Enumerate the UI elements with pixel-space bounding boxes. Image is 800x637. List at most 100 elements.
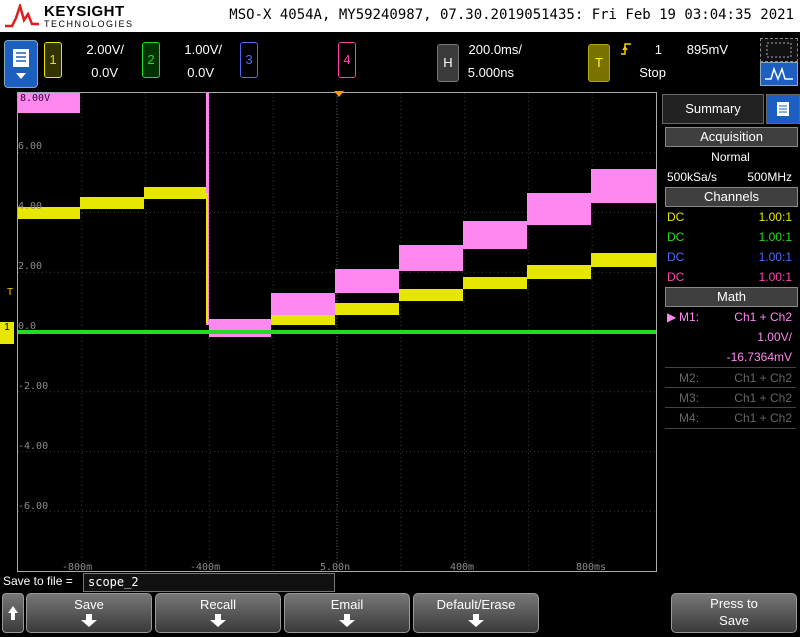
instrument-info: MSO-X 4054A, MY59240987, 07.30.201905143…	[229, 7, 794, 23]
main-menu-button[interactable]	[4, 40, 38, 88]
touch-mode-button[interactable]	[760, 62, 798, 86]
back-button[interactable]	[2, 593, 24, 633]
ch2-offset: 0.0V	[187, 65, 214, 80]
tab-menu[interactable]	[766, 94, 800, 124]
math-segment	[591, 169, 656, 203]
brand-sub: TECHNOLOGIES	[44, 19, 134, 29]
channel-3-button[interactable]: 3	[240, 42, 258, 78]
summary-panel: Summary Acquisition Normal 500kSa/s 500M…	[660, 92, 800, 572]
ch1-segment	[80, 197, 144, 209]
channels-header[interactable]: Channels	[665, 187, 798, 207]
bandwidth: 500MHz	[747, 170, 792, 184]
ch1-probe-ratio: 1.00:1	[758, 210, 792, 224]
keysight-wave-icon	[5, 4, 39, 28]
zoom-box-icon	[766, 42, 792, 58]
down-arrow-icon	[81, 614, 97, 627]
menu-icon	[13, 49, 29, 79]
m3-expr: Ch1 + Ch2	[734, 391, 792, 405]
ch1-ground-marker[interactable]: 1	[0, 322, 14, 344]
m4-name: M4:	[679, 411, 700, 425]
tools-panel	[760, 38, 798, 86]
math-segment	[527, 193, 591, 225]
m1-offset-row: -16.7364mV	[665, 347, 796, 367]
math-segment	[335, 269, 399, 293]
ch1-offset: 0.0V	[91, 65, 118, 80]
m1-name: M1:	[679, 310, 700, 324]
channel-row: DC 1.00:1	[665, 207, 796, 227]
ch1-segment	[591, 253, 656, 267]
timebase-value: 200.0ms/	[468, 42, 522, 57]
m1-pointer-icon: ▶	[667, 310, 677, 324]
math-row-m4[interactable]: M4: Ch1 + Ch2	[665, 407, 796, 429]
math-header[interactable]: Math	[665, 287, 798, 307]
save-file-row: Save to file = scope_2	[0, 573, 800, 592]
sample-rate: 500kSa/s	[667, 170, 718, 184]
ch3-probe-ratio: 1.00:1	[758, 250, 792, 264]
channel-bar: 1 2.00V/ 0.0V 2 1.00V/ 0.0V 3 4 H 200.0m…	[0, 34, 800, 90]
channel-2-button[interactable]: 2	[142, 42, 160, 78]
default-erase-softkey[interactable]: Default/Erase	[413, 593, 539, 633]
math-row-m3[interactable]: M3: Ch1 + Ch2	[665, 387, 796, 408]
email-softkey[interactable]: Email	[284, 593, 410, 633]
rising-edge-icon	[621, 43, 631, 55]
math-row-m1[interactable]: ▶ M1: Ch1 + Ch2	[665, 307, 796, 327]
press-to-save-softkey[interactable]: Press to Save	[671, 593, 797, 633]
level-label-4: 2.00	[18, 261, 43, 272]
filename-value: scope_2	[88, 575, 139, 589]
waveform-icon	[765, 66, 793, 82]
acq-mode: Normal	[711, 150, 750, 164]
waveform-display[interactable]	[17, 92, 657, 572]
save-file-label: Save to file =	[3, 574, 73, 588]
ch1-segment	[271, 315, 335, 325]
horizontal-button[interactable]: H	[437, 44, 459, 82]
time-label-2: -400m	[190, 562, 221, 573]
level-label-7: -4.00	[18, 441, 49, 452]
ch1-scale: 2.00V/	[86, 42, 124, 57]
zoom-select-button[interactable]	[760, 38, 798, 62]
m2-expr: Ch1 + Ch2	[734, 371, 792, 385]
acquisition-mode-row: Normal	[665, 147, 796, 167]
ch1-edge	[206, 193, 208, 323]
recall-softkey[interactable]: Recall	[155, 593, 281, 633]
channel-4-button[interactable]: 4	[338, 42, 356, 78]
level-label-6: -2.00	[18, 381, 49, 392]
channel-row: DC 1.00:1	[665, 227, 796, 247]
ch1-segment	[463, 277, 527, 289]
press-save-label: Save	[719, 613, 749, 628]
acquisition-header[interactable]: Acquisition	[665, 127, 798, 147]
recall-softkey-label: Recall	[199, 597, 237, 612]
level-label-5: 0.0	[18, 321, 37, 332]
trigger-source: 1	[654, 42, 662, 57]
level-label-8: -6.00	[18, 501, 49, 512]
brand-name: KEYSIGHT	[44, 3, 125, 20]
trigger-position-icon	[334, 91, 344, 97]
ch4-probe-ratio: 1.00:1	[758, 270, 792, 284]
save-softkey-label: Save	[74, 597, 104, 612]
ch3-coupling: DC	[667, 250, 685, 264]
filename-field[interactable]: scope_2	[83, 573, 335, 592]
delay-value: 5.000ns	[467, 65, 514, 80]
ch2-probe-ratio: 1.00:1	[758, 230, 792, 244]
math-row-m2[interactable]: M2: Ch1 + Ch2	[665, 367, 796, 388]
ch1-segment	[144, 187, 206, 199]
ch2-coupling: DC	[667, 230, 685, 244]
default-erase-softkey-label: Default/Erase	[436, 597, 516, 612]
trigger-button[interactable]: T	[588, 44, 610, 82]
save-softkey[interactable]: Save	[26, 593, 152, 633]
ch1-coupling: DC	[667, 210, 685, 224]
down-arrow-icon	[468, 614, 484, 627]
level-label-3: 4.00	[18, 201, 43, 212]
channel-row: DC 1.00:1	[665, 267, 796, 287]
ch2-scale: 1.00V/	[184, 42, 222, 57]
math-segment	[209, 319, 271, 337]
tab-summary[interactable]: Summary	[662, 94, 764, 124]
m2-name: M2:	[679, 371, 700, 385]
math-segment	[271, 293, 335, 315]
menu-icon	[777, 102, 789, 116]
keysight-logo: KEYSIGHT TECHNOLOGIES	[4, 2, 132, 30]
trigger-level: 895mV	[686, 42, 728, 57]
trigger-level-marker: T	[7, 287, 14, 298]
ch4-coupling: DC	[667, 270, 685, 284]
level-label-2: 6.00	[18, 141, 43, 152]
channel-1-button[interactable]: 1	[44, 42, 62, 78]
